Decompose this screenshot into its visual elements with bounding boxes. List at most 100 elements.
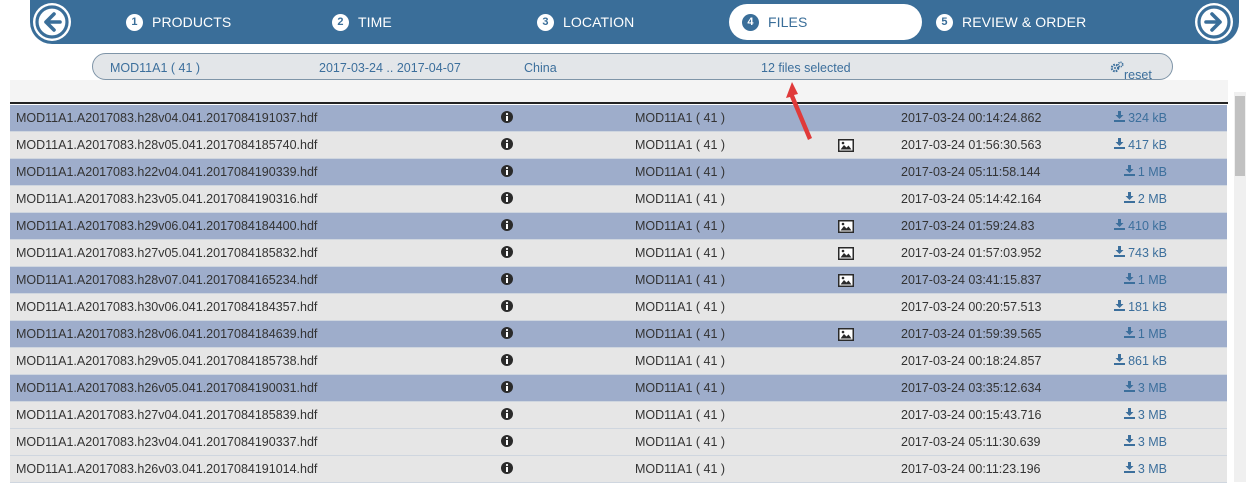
info-circle-icon[interactable] bbox=[500, 353, 514, 370]
download-link[interactable]: 1 MB bbox=[1123, 327, 1167, 341]
download-icon bbox=[1114, 354, 1126, 365]
table-row[interactable]: MOD11A1.A2017083.h29v05.041.201708418573… bbox=[10, 348, 1227, 375]
arrow-left-circle-icon[interactable] bbox=[33, 3, 71, 41]
step-time[interactable]: 2 TIME bbox=[332, 4, 392, 40]
file-product: MOD11A1 ( 41 ) bbox=[635, 327, 726, 341]
download-link[interactable]: 1 MB bbox=[1123, 273, 1167, 287]
download-icon bbox=[1123, 462, 1135, 473]
download-icon bbox=[1114, 246, 1126, 257]
step-location[interactable]: 3 LOCATION bbox=[537, 4, 634, 40]
file-name: MOD11A1.A2017083.h23v05.041.201708419031… bbox=[16, 192, 318, 206]
table-row[interactable]: MOD11A1.A2017083.h22v04.041.201708419033… bbox=[10, 159, 1227, 186]
info-circle-icon[interactable] bbox=[500, 407, 514, 424]
table-row[interactable]: MOD11A1.A2017083.h28v04.041.201708419103… bbox=[10, 105, 1227, 132]
table-row[interactable]: MOD11A1.A2017083.h28v06.041.201708418463… bbox=[10, 321, 1227, 348]
summary-files-selected[interactable]: 12 files selected bbox=[761, 61, 851, 75]
file-date: 2017-03-24 01:59:24.83 bbox=[901, 219, 1035, 233]
step-review-order[interactable]: 5 REVIEW & ORDER bbox=[936, 4, 1086, 40]
info-circle-icon[interactable] bbox=[500, 299, 514, 316]
files-table: MOD11A1.A2017083.h28v04.041.201708419103… bbox=[10, 80, 1228, 488]
download-link[interactable]: 1 MB bbox=[1123, 165, 1167, 179]
step-number: 1 bbox=[126, 13, 143, 31]
info-circle-icon[interactable] bbox=[500, 191, 514, 208]
image-icon[interactable] bbox=[838, 274, 854, 290]
table-row[interactable]: MOD11A1.A2017083.h26v05.041.201708419003… bbox=[10, 375, 1227, 402]
step-number: 2 bbox=[332, 13, 349, 31]
vertical-scrollbar[interactable] bbox=[1234, 92, 1246, 482]
file-name: MOD11A1.A2017083.h29v05.041.201708418573… bbox=[16, 354, 318, 368]
info-circle-icon[interactable] bbox=[500, 461, 514, 478]
step-files[interactable]: 4 FILES bbox=[729, 4, 922, 40]
step-number: 3 bbox=[537, 13, 554, 31]
image-icon[interactable] bbox=[838, 220, 854, 236]
file-date: 2017-03-24 01:57:03.952 bbox=[901, 246, 1042, 260]
file-size: 743 kB bbox=[1128, 246, 1167, 260]
info-circle-icon[interactable] bbox=[500, 137, 514, 154]
table-row[interactable]: MOD11A1.A2017083.h27v05.041.201708418583… bbox=[10, 240, 1227, 267]
table-row[interactable]: MOD11A1.A2017083.h28v07.041.201708416523… bbox=[10, 267, 1227, 294]
file-name: MOD11A1.A2017083.h28v04.041.201708419103… bbox=[16, 111, 318, 125]
summary-product[interactable]: MOD11A1 ( 41 ) bbox=[110, 61, 200, 75]
file-date: 2017-03-24 03:35:12.634 bbox=[901, 381, 1042, 395]
file-name: MOD11A1.A2017083.h28v07.041.201708416523… bbox=[16, 273, 318, 287]
summary-date-range[interactable]: 2017-03-24 .. 2017-04-07 bbox=[319, 61, 461, 75]
download-link[interactable]: 417 kB bbox=[1114, 138, 1167, 152]
download-link[interactable]: 3 MB bbox=[1123, 408, 1167, 422]
file-size: 2 MB bbox=[1137, 192, 1167, 206]
table-row[interactable]: MOD11A1.A2017083.h30v06.041.201708418435… bbox=[10, 294, 1227, 321]
file-date: 2017-03-24 00:11:23.196 bbox=[901, 462, 1041, 476]
file-product: MOD11A1 ( 41 ) bbox=[635, 165, 726, 179]
file-product: MOD11A1 ( 41 ) bbox=[635, 354, 726, 368]
table-row[interactable]: MOD11A1.A2017083.h23v04.041.201708419033… bbox=[10, 429, 1227, 456]
file-product: MOD11A1 ( 41 ) bbox=[635, 408, 726, 422]
file-name: MOD11A1.A2017083.h27v05.041.201708418583… bbox=[16, 246, 318, 260]
info-circle-icon[interactable] bbox=[500, 326, 514, 343]
download-link[interactable]: 3 MB bbox=[1123, 381, 1167, 395]
table-row[interactable]: MOD11A1.A2017083.h27v04.041.201708418583… bbox=[10, 402, 1227, 429]
file-date: 2017-03-24 05:11:30.639 bbox=[901, 435, 1041, 449]
download-link[interactable]: 3 MB bbox=[1123, 462, 1167, 476]
download-link[interactable]: 861 kB bbox=[1114, 354, 1167, 368]
file-date: 2017-03-24 05:11:58.144 bbox=[901, 165, 1041, 179]
info-circle-icon[interactable] bbox=[500, 434, 514, 451]
download-icon bbox=[1114, 138, 1126, 149]
image-icon[interactable] bbox=[838, 328, 854, 344]
file-product: MOD11A1 ( 41 ) bbox=[635, 273, 726, 287]
scrollbar-thumb[interactable] bbox=[1235, 96, 1245, 176]
table-header bbox=[10, 80, 1228, 104]
table-row[interactable]: MOD11A1.A2017083.h23v05.041.201708419031… bbox=[10, 186, 1227, 213]
download-link[interactable]: 2 MB bbox=[1123, 192, 1167, 206]
file-product: MOD11A1 ( 41 ) bbox=[635, 246, 726, 260]
info-circle-icon[interactable] bbox=[500, 272, 514, 289]
reset-button[interactable]: reset bbox=[1110, 61, 1152, 82]
file-product: MOD11A1 ( 41 ) bbox=[635, 462, 726, 476]
file-product: MOD11A1 ( 41 ) bbox=[635, 381, 726, 395]
summary-location[interactable]: China bbox=[524, 61, 557, 75]
download-icon bbox=[1123, 165, 1135, 176]
file-product: MOD11A1 ( 41 ) bbox=[635, 219, 726, 233]
table-row[interactable]: MOD11A1.A2017083.h29v06.041.201708418440… bbox=[10, 213, 1227, 240]
table-row[interactable]: MOD11A1.A2017083.h26v03.041.201708419101… bbox=[10, 456, 1227, 483]
download-link[interactable]: 743 kB bbox=[1114, 246, 1167, 260]
image-icon[interactable] bbox=[838, 247, 854, 263]
image-icon[interactable] bbox=[838, 139, 854, 155]
info-circle-icon[interactable] bbox=[500, 218, 514, 235]
selection-summary: MOD11A1 ( 41 ) 2017-03-24 .. 2017-04-07 … bbox=[92, 53, 1173, 82]
info-circle-icon[interactable] bbox=[500, 380, 514, 397]
download-link[interactable]: 324 kB bbox=[1114, 111, 1167, 125]
info-circle-icon[interactable] bbox=[500, 164, 514, 181]
table-row[interactable]: MOD11A1.A2017083.h28v05.041.201708418574… bbox=[10, 132, 1227, 159]
download-link[interactable]: 181 kB bbox=[1114, 300, 1167, 314]
download-icon bbox=[1114, 219, 1126, 230]
file-size: 417 kB bbox=[1128, 138, 1167, 152]
arrow-right-circle-icon[interactable] bbox=[1195, 3, 1233, 41]
info-circle-icon[interactable] bbox=[500, 110, 514, 127]
download-link[interactable]: 410 kB bbox=[1114, 219, 1167, 233]
file-size: 1 MB bbox=[1137, 327, 1167, 341]
step-label: PRODUCTS bbox=[152, 14, 232, 30]
download-link[interactable]: 3 MB bbox=[1123, 435, 1167, 449]
step-products[interactable]: 1 PRODUCTS bbox=[126, 4, 231, 40]
info-circle-icon[interactable] bbox=[500, 245, 514, 262]
step-label: FILES bbox=[768, 14, 808, 30]
file-name: MOD11A1.A2017083.h30v06.041.201708418435… bbox=[16, 300, 318, 314]
